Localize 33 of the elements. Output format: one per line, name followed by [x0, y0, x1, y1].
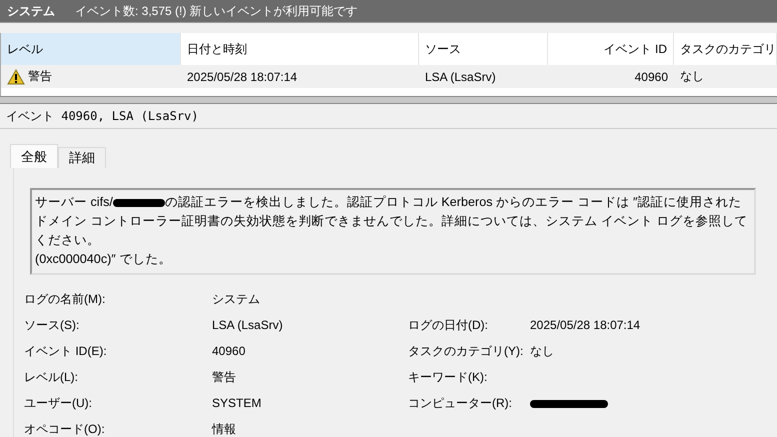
field-value: LSA (LsaSrv) — [212, 317, 284, 334]
column-header[interactable]: レベル — [1, 33, 181, 65]
warning-icon — [7, 68, 25, 84]
field-value: なし — [530, 343, 555, 360]
event-message: サーバー cifs/ の認証エラーを検出しました。認証プロトコル Kerberos からのエラー コードは ″認証に使用されたドメイン コントローラー証明書の失効状態を判断できませんでした。詳細については、システム イベント ログを参照してください。 (0xc000040c)″ でした。 — [30, 188, 756, 275]
field-label: ログの名前(M): — [24, 291, 106, 308]
field-value: 40960 — [212, 343, 246, 360]
table-cell: 警告 — [28, 68, 52, 85]
field-value: SYSTEM — [212, 395, 262, 412]
table-cell: 2025/05/28 18:07:14 — [187, 70, 298, 84]
field-label: ログの日付(D): — [408, 317, 489, 334]
field-value: 情報 — [212, 421, 237, 437]
table-cell: なし — [680, 68, 704, 85]
field-label: キーワード(K): — [408, 369, 488, 386]
event-count-status: イベント数: 3,575 (!) 新しいイベントが利用可能です — [75, 2, 358, 20]
field-value: 警告 — [212, 369, 237, 386]
event-row[interactable]: 警告 2025/05/28 18:07:14 LSA (LsaSrv) 40960 なし — [1, 65, 777, 88]
table-cell: 40960 — [634, 70, 668, 84]
field-label: レベル(L): — [24, 369, 79, 386]
field-value: システム — [212, 291, 261, 308]
field-label: イベント ID(E): — [24, 343, 108, 360]
log-name: システム — [7, 2, 55, 20]
field-label: ユーザー(U): — [24, 395, 93, 412]
pane-splitter[interactable] — [0, 96, 777, 104]
field-label: ソース(S): — [24, 317, 80, 334]
tab[interactable]: 詳細 — [58, 147, 106, 168]
field-label: コンピューター(R): — [408, 395, 513, 412]
table-cell: LSA (LsaSrv) — [425, 70, 496, 84]
tab[interactable]: 全般 — [10, 144, 58, 168]
event-header: イベント 40960, LSA (LsaSrv) — [6, 108, 198, 124]
field-label: タスクのカテゴリ(Y): — [408, 343, 524, 360]
field-value: 2025/05/28 18:07:14 — [530, 317, 642, 334]
field-label: オペコード(O): — [24, 421, 106, 437]
